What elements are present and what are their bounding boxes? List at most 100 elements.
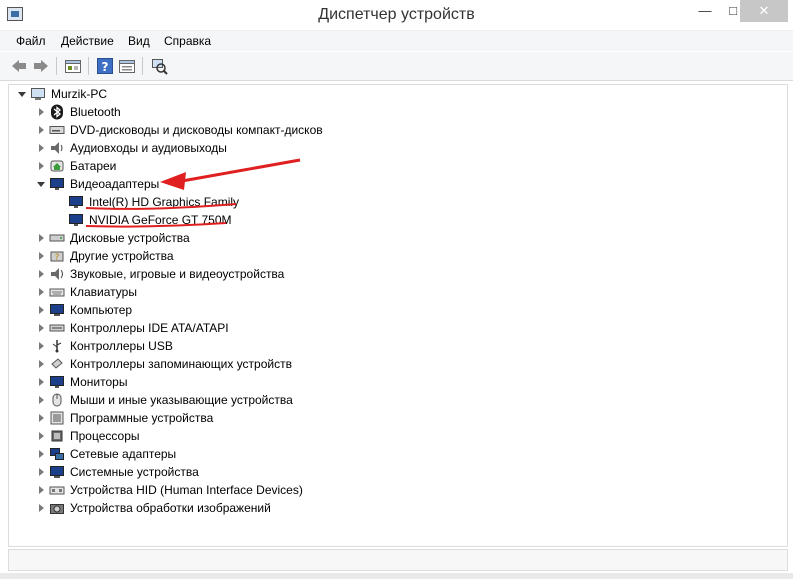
status-bar — [8, 549, 788, 571]
tree-item-label: Мониторы — [70, 375, 128, 389]
monitor-icon — [69, 214, 83, 226]
tree-item-ide-controllers[interactable]: Контроллеры IDE ATA/ATAPI — [9, 319, 409, 337]
tree-item-bluetooth[interactable]: Bluetooth — [9, 103, 409, 121]
tree-item-mice[interactable]: Мыши и иные указывающие устройства — [9, 391, 409, 409]
battery-icon — [50, 160, 64, 172]
camera-icon — [50, 504, 64, 514]
tree-item-sound-video[interactable]: Звуковые, игровые и видеоустройства — [9, 265, 409, 283]
tree-item-label: Дисковые устройства — [70, 231, 190, 245]
expand-icon[interactable] — [39, 378, 44, 386]
network-adapter-icon — [50, 448, 64, 460]
expand-icon[interactable] — [39, 306, 44, 314]
toolbar-separator — [142, 57, 143, 75]
menu-help[interactable]: Справка — [164, 34, 211, 48]
expand-icon[interactable] — [39, 486, 44, 494]
keyboard-icon — [49, 288, 65, 297]
tree-item-label: Устройства HID (Human Interface Devices) — [70, 483, 303, 497]
tree-item-label: Системные устройства — [70, 465, 199, 479]
tree-item-keyboards[interactable]: Клавиатуры — [9, 283, 409, 301]
expand-icon[interactable] — [39, 360, 44, 368]
disk-drive-icon — [49, 234, 65, 242]
tree-item-system-devices[interactable]: Системные устройства — [9, 463, 409, 481]
system-device-icon — [50, 466, 64, 478]
computer-icon — [50, 304, 64, 316]
menu-view[interactable]: Вид — [128, 34, 150, 48]
tree-item-label: Компьютер — [70, 303, 133, 317]
monitor-icon — [50, 178, 64, 190]
expand-icon[interactable] — [39, 126, 44, 134]
tree-root[interactable]: Murzik-PC — [9, 85, 309, 103]
dvd-drive-icon — [49, 126, 65, 134]
tree-item-label: Bluetooth — [70, 105, 121, 119]
menu-file[interactable]: Файл — [16, 34, 46, 48]
tree-item-label: Сетевые адаптеры — [70, 447, 177, 461]
tree-item-computer[interactable]: Компьютер — [9, 301, 409, 319]
expand-icon[interactable] — [39, 108, 44, 116]
view-icon[interactable] — [118, 57, 136, 75]
tree-item-label: Контроллеры USB — [70, 339, 173, 353]
expand-icon[interactable] — [39, 450, 44, 458]
tree-item-network-adapters[interactable]: Сетевые адаптеры — [9, 445, 409, 463]
tree-item-hid[interactable]: Устройства HID (Human Interface Devices) — [9, 481, 409, 499]
tree-item-dvd[interactable]: DVD-дисководы и дисководы компакт-дисков — [9, 121, 409, 139]
expand-icon[interactable] — [39, 504, 44, 512]
expand-icon[interactable] — [39, 144, 44, 152]
tree-item-usb[interactable]: Контроллеры USB — [9, 337, 409, 355]
scan-hardware-icon[interactable] — [150, 57, 168, 75]
tree-item-label: Клавиатуры — [70, 285, 137, 299]
cpu-icon — [51, 430, 63, 442]
mouse-icon — [52, 393, 62, 407]
expand-icon[interactable] — [39, 234, 44, 242]
toolbar: ? — [0, 52, 793, 81]
tree-root-label: Murzik-PC — [51, 87, 107, 101]
tree-item-audio-io[interactable]: Аудиовходы и аудиовыходы — [9, 139, 409, 157]
tree-item-label: Видеоадаптеры — [70, 177, 160, 191]
tree-item-processors[interactable]: Процессоры — [9, 427, 409, 445]
window-title: Диспетчер устройств — [318, 6, 475, 23]
bluetooth-icon — [51, 104, 63, 120]
tree-item-storage-controllers[interactable]: Контроллеры запоминающих устройств — [9, 355, 409, 373]
properties-icon[interactable] — [64, 57, 82, 75]
tree-item-intel-gpu[interactable]: Intel(R) HD Graphics Family — [9, 193, 409, 211]
expand-icon[interactable] — [39, 414, 44, 422]
tree-item-batteries[interactable]: Батареи — [9, 157, 409, 175]
collapse-icon[interactable] — [18, 92, 26, 97]
tree-item-label: Программные устройства — [70, 411, 214, 425]
expand-icon[interactable] — [39, 270, 44, 278]
speaker-icon — [51, 142, 63, 154]
tree-item-monitors[interactable]: Мониторы — [9, 373, 409, 391]
tree-item-label: Звуковые, игровые и видеоустройства — [70, 267, 285, 281]
close-button[interactable]: ✕ — [740, 0, 788, 22]
tree-item-label: Другие устройства — [70, 249, 174, 263]
tree-item-label: Мыши и иные указывающие устройства — [70, 393, 293, 407]
menu-action[interactable]: Действие — [61, 34, 114, 48]
forward-icon[interactable] — [32, 57, 50, 75]
minimize-button[interactable]: — — [690, 0, 720, 22]
tree-item-other-devices[interactable]: ? Другие устройства — [9, 247, 409, 265]
expand-icon[interactable] — [39, 288, 44, 296]
tree-item-label: DVD-дисководы и дисководы компакт-дисков — [70, 123, 323, 137]
tree-item-display-adapters[interactable]: Видеоадаптеры — [9, 175, 409, 193]
expand-icon[interactable] — [39, 342, 44, 350]
help-icon[interactable]: ? — [96, 57, 114, 75]
tree-item-imaging-devices[interactable]: Устройства обработки изображений — [9, 499, 409, 517]
storage-controller-icon — [51, 358, 63, 369]
tree-item-label: Устройства обработки изображений — [70, 501, 271, 515]
usb-icon — [52, 340, 62, 353]
expand-icon[interactable] — [39, 252, 44, 260]
expand-icon[interactable] — [39, 468, 44, 476]
back-icon[interactable] — [10, 57, 28, 75]
menu-bar: Файл Действие Вид Справка — [0, 31, 793, 51]
expand-icon[interactable] — [39, 432, 44, 440]
expand-icon[interactable] — [39, 324, 44, 332]
tree-item-nvidia-gpu[interactable]: NVIDIA GeForce GT 750M — [9, 211, 409, 229]
tree-item-software-devices[interactable]: Программные устройства — [9, 409, 409, 427]
collapse-icon[interactable] — [37, 182, 45, 187]
expand-icon[interactable] — [39, 396, 44, 404]
tree-item-label: Контроллеры IDE ATA/ATAPI — [70, 321, 229, 335]
tree-item-label: Intel(R) HD Graphics Family — [89, 195, 240, 209]
hid-icon — [49, 486, 65, 495]
expand-icon[interactable] — [39, 162, 44, 170]
device-tree[interactable]: Murzik-PC Bluetooth DVD-дисководы и диск… — [8, 84, 788, 547]
tree-item-disk-drives[interactable]: Дисковые устройства — [9, 229, 409, 247]
